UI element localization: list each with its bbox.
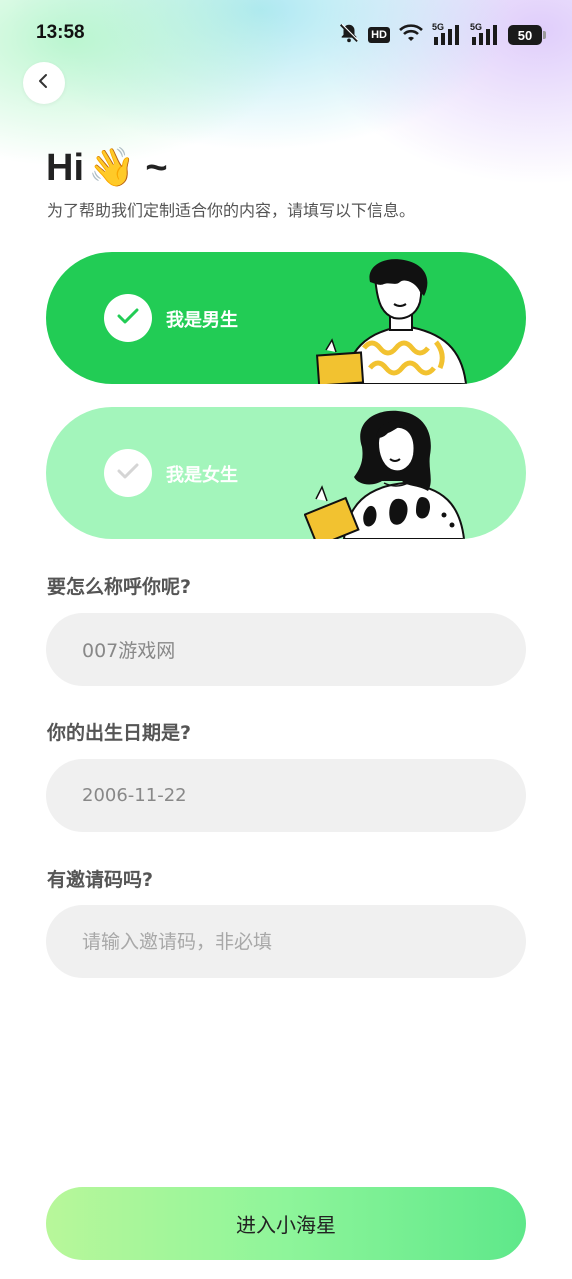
status-time: 13:58 (36, 22, 85, 43)
bell-muted-icon (338, 22, 360, 48)
boy-illustration (316, 259, 468, 384)
battery-icon: 50 (508, 25, 546, 45)
gender-label-male: 我是男生 (166, 310, 238, 331)
birthday-label: 你的出生日期是? (47, 722, 192, 744)
waving-hand-icon: 👋 (88, 147, 136, 189)
invite-code-label: 有邀请码吗? (47, 869, 154, 891)
check-circle (104, 294, 152, 342)
birthday-input[interactable] (46, 759, 526, 832)
gender-option-female[interactable]: 我是女生 (46, 407, 526, 539)
back-button[interactable] (23, 62, 65, 104)
check-circle (104, 449, 152, 497)
gender-label-female: 我是女生 (166, 465, 238, 486)
wifi-icon (398, 23, 424, 47)
greeting-suffix: ~ (145, 146, 168, 189)
page-subtitle: 为了帮助我们定制适合你的内容，请填写以下信息。 (47, 201, 416, 220)
nickname-label: 要怎么称呼你呢? (47, 576, 192, 598)
status-bar: 13:58 HD 5G 5G 50 (0, 0, 572, 64)
nickname-input[interactable] (46, 613, 526, 686)
girl-illustration (304, 410, 466, 539)
checkmark-icon (117, 308, 139, 328)
cell-signal-icon: 5G (470, 22, 500, 45)
chevron-left-icon (36, 73, 52, 93)
enter-button[interactable]: 进入小海星 (46, 1187, 526, 1260)
hd-icon: HD (368, 27, 390, 43)
status-icons: HD 5G 5G 50 (338, 22, 546, 48)
gender-option-male[interactable]: 我是男生 (46, 252, 526, 384)
invite-code-input[interactable] (46, 905, 526, 978)
checkmark-icon (117, 463, 139, 483)
greeting-text: Hi (46, 146, 84, 189)
page-title: Hi 👋 ~ (46, 146, 168, 190)
cell-signal-icon: 5G (432, 22, 462, 45)
